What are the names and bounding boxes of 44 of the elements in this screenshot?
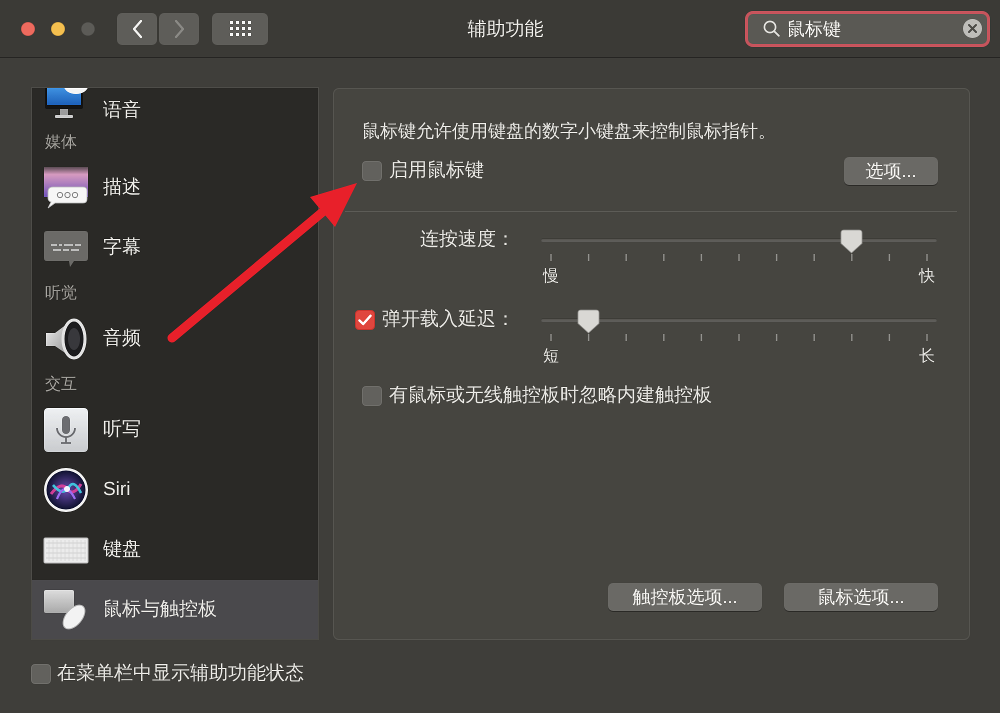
options-button[interactable]: 选项...	[844, 157, 938, 185]
slider-min-label: 短	[543, 347, 559, 367]
window-title: 辅助功能	[468, 18, 544, 42]
speaker-icon	[43, 316, 89, 362]
checkbox[interactable]	[362, 161, 382, 181]
sidebar-item[interactable]: Siri	[32, 460, 318, 520]
options-button[interactable]: 鼠标选项...	[784, 583, 938, 611]
sidebar-section-heading: 媒体	[44, 133, 78, 153]
slider-track[interactable]	[541, 227, 937, 253]
slider-min-label: 慢	[543, 267, 559, 287]
microphone-icon	[43, 407, 89, 453]
slider-max-label: 快	[919, 267, 935, 287]
slider-max-label: 长	[919, 347, 935, 367]
chevron-right-icon	[174, 18, 184, 38]
search-icon	[763, 20, 780, 37]
slider-label[interactable]: 弹开载入延迟：	[382, 309, 515, 331]
checkbox-label[interactable]: 在菜单栏中显示辅助功能状态	[57, 663, 304, 685]
minimize-button[interactable]	[51, 22, 65, 36]
slider-thumb[interactable]	[577, 309, 600, 334]
checkbox[interactable]	[362, 386, 382, 406]
clear-icon[interactable]	[963, 19, 982, 38]
options-button[interactable]: 触控板选项...	[608, 583, 762, 611]
grid-icon	[230, 21, 250, 36]
sidebar-section-heading: 听觉	[44, 284, 78, 304]
slider-thumb[interactable]	[840, 229, 864, 254]
sidebar-item[interactable]: 听写	[32, 400, 318, 460]
checkbox-label[interactable]: 有鼠标或无线触控板时忽略内建触控板	[389, 385, 712, 407]
sidebar-item[interactable]: 鼠标与触控板	[32, 580, 318, 639]
orb-icon	[43, 467, 89, 513]
search-field[interactable]: 鼠标键	[745, 10, 990, 46]
checkbox[interactable]	[355, 310, 375, 330]
checkbox-label[interactable]: 启用鼠标键	[389, 160, 484, 182]
sidebar-item[interactable]: 键盘	[32, 520, 318, 580]
show-all-button[interactable]	[212, 12, 268, 44]
description-text: 鼠标键允许使用键盘的数字小键盘来控制鼠标指针。	[362, 120, 777, 142]
sidebar-item[interactable]: 语音	[32, 88, 318, 127]
slider-track[interactable]	[541, 307, 937, 333]
close-button[interactable]	[21, 22, 35, 36]
back-button[interactable]	[117, 12, 157, 44]
checkbox[interactable]	[31, 664, 51, 684]
caption-bubble-icon	[43, 165, 89, 211]
chevron-left-icon	[132, 18, 142, 38]
sidebar-section-heading: 交互	[44, 374, 78, 395]
slider-label: 连按速度：	[420, 229, 515, 251]
